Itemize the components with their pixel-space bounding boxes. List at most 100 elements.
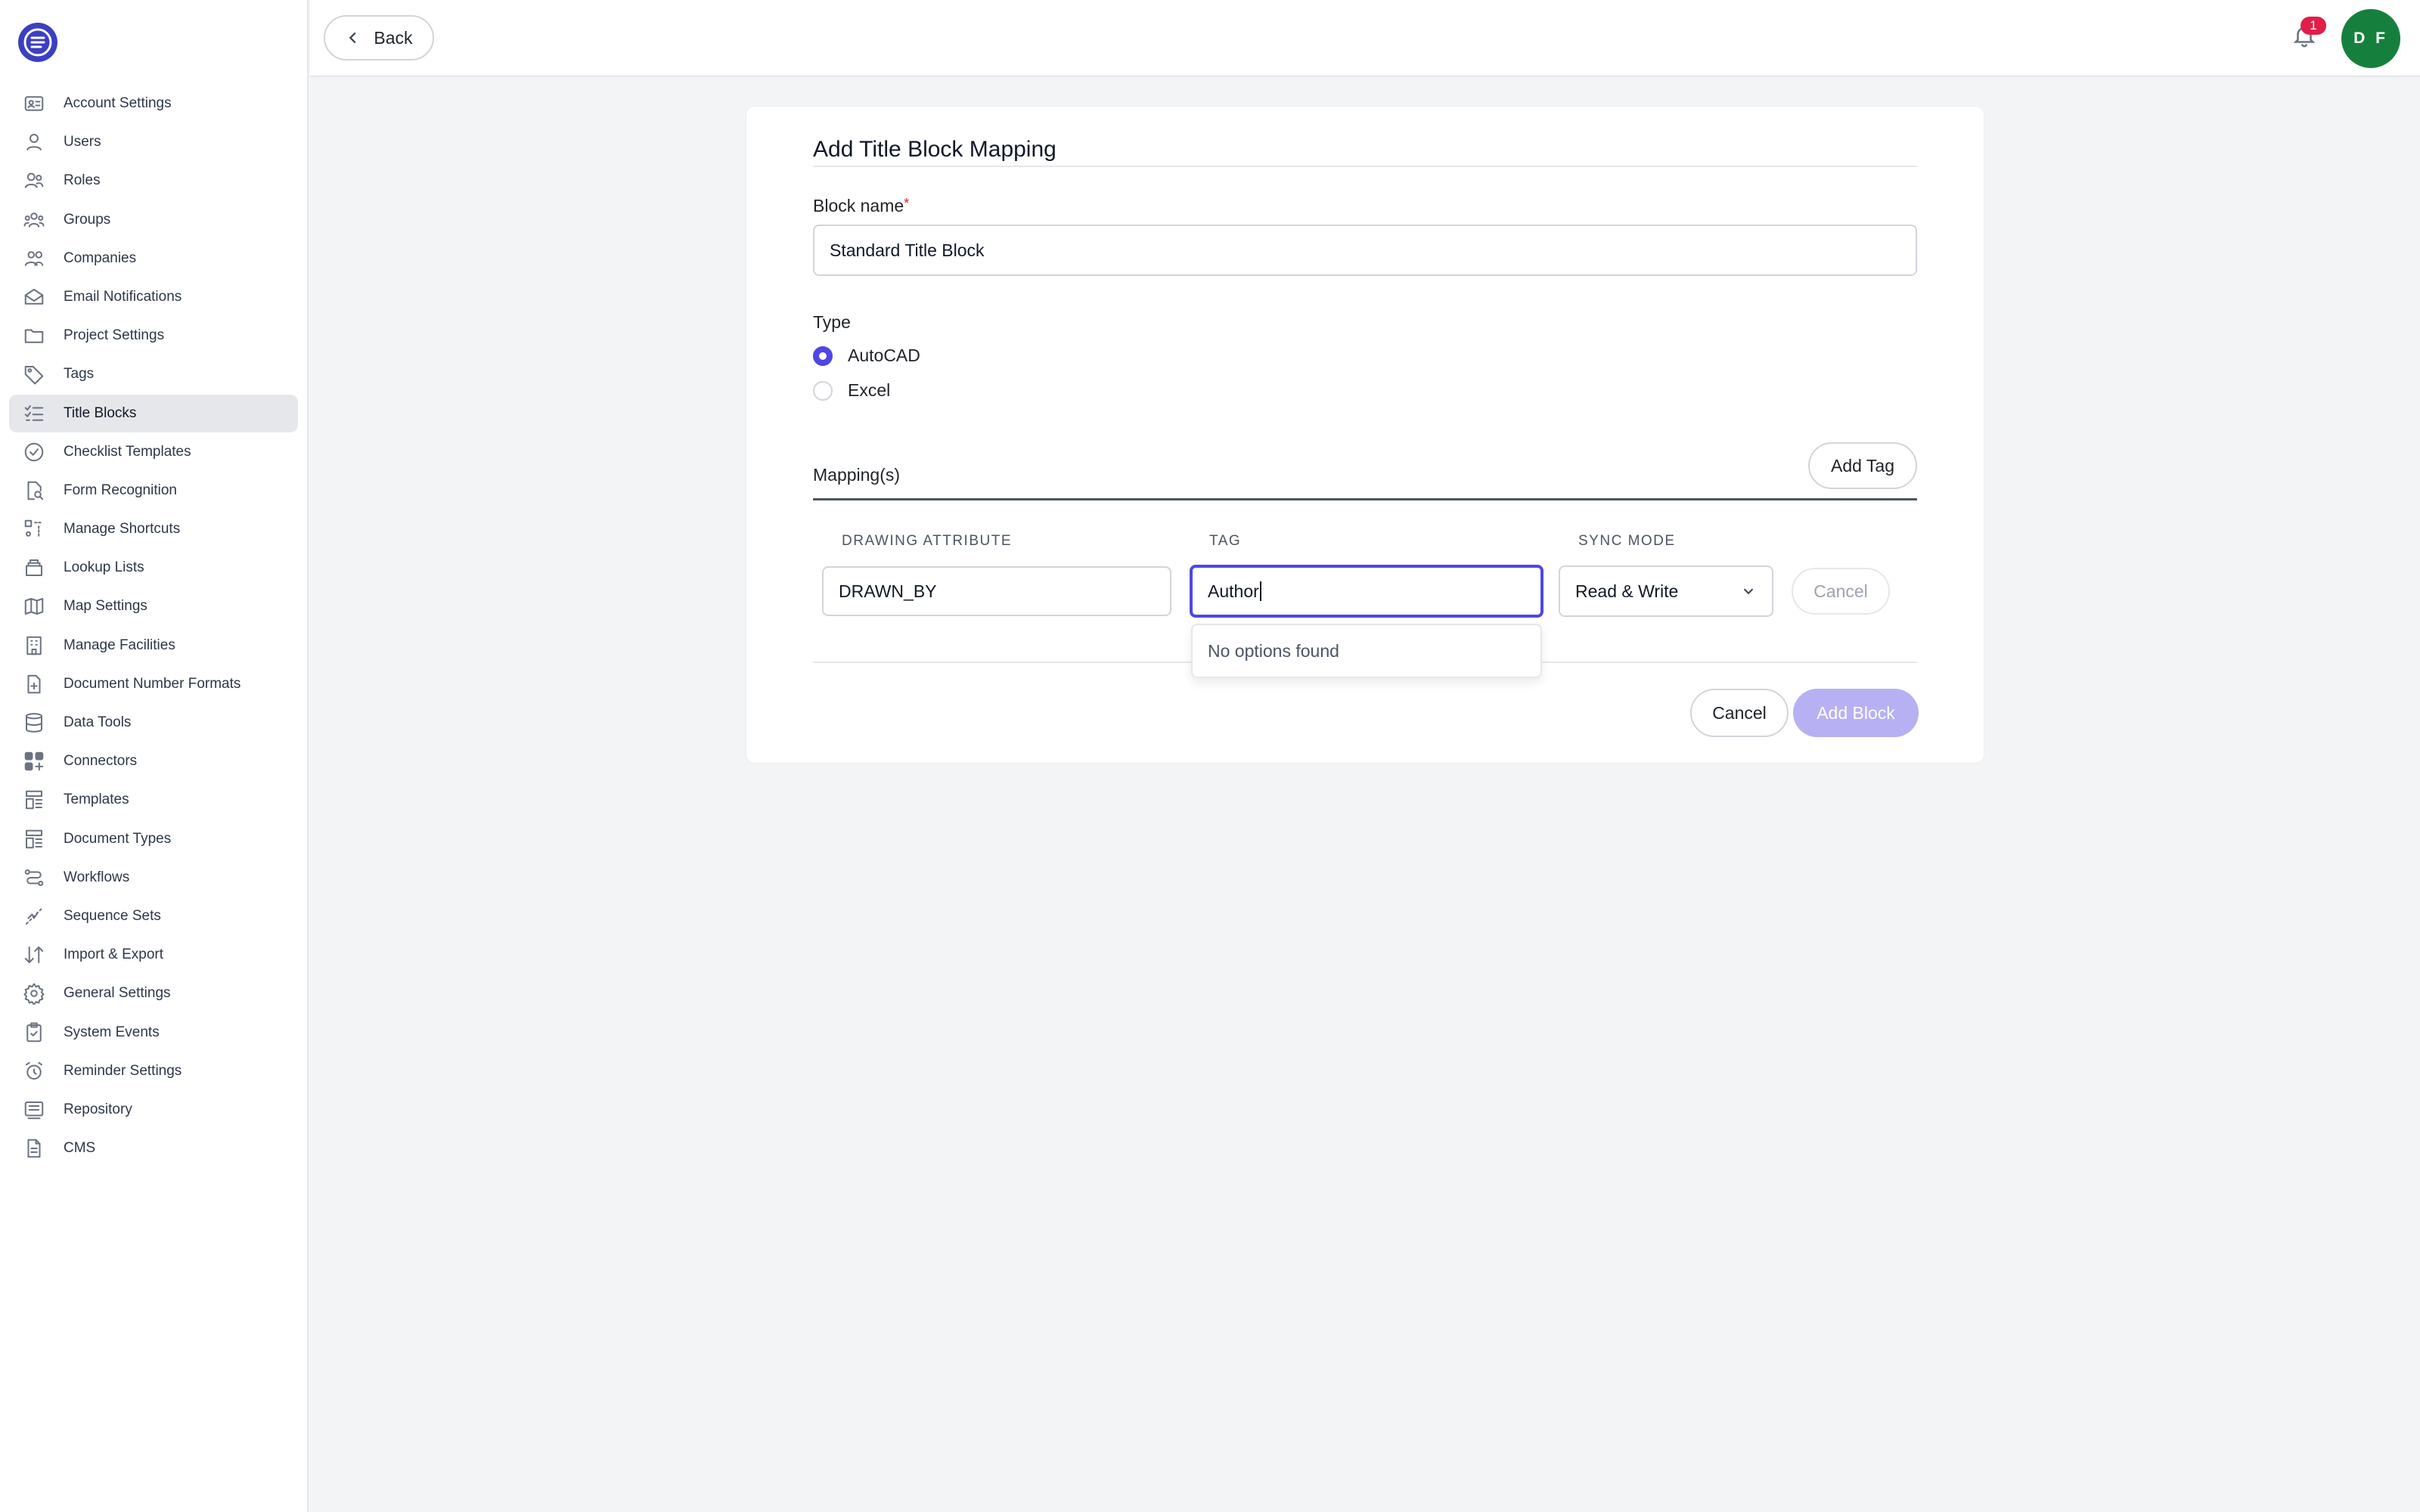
- database-icon: [23, 711, 45, 734]
- sidebar-item-workflows[interactable]: Workflows: [9, 859, 298, 897]
- apps-icon: [23, 750, 45, 773]
- excel-radio[interactable]: [813, 380, 833, 401]
- sidebar-item-lookup-lists[interactable]: Lookup Lists: [9, 549, 298, 587]
- no-options-text: No options found: [1208, 640, 1339, 661]
- add-title-block-card: Add Title Block Mapping Block name* Stan…: [746, 106, 1984, 764]
- type-label: Type: [813, 312, 851, 332]
- sidebar-item-label: Title Blocks: [64, 404, 137, 421]
- file-search-icon: [23, 479, 45, 502]
- sidebar-item-roles[interactable]: Roles: [9, 162, 298, 200]
- sidebar-item-document-number-formats[interactable]: Document Number Formats: [9, 665, 298, 703]
- type-option-excel[interactable]: Excel: [813, 380, 890, 401]
- sidebar-item-label: System Events: [64, 1024, 160, 1040]
- sidebar-item-label: Document Number Formats: [64, 675, 241, 692]
- sync-mode-value: Read & Write: [1575, 581, 1679, 601]
- sidebar-item-data-tools[interactable]: Data Tools: [9, 704, 298, 742]
- user-icon: [23, 131, 45, 153]
- sidebar-item-label: Groups: [64, 211, 111, 228]
- sidebar-item-templates[interactable]: Templates: [9, 781, 298, 819]
- sidebar-item-general-settings[interactable]: General Settings: [9, 974, 298, 1012]
- sidebar-item-label: Manage Facilities: [64, 637, 175, 653]
- avatar[interactable]: D F: [2341, 9, 2400, 68]
- sidebar-item-users[interactable]: Users: [9, 123, 298, 161]
- app-logo[interactable]: [18, 23, 57, 62]
- sidebar-item-label: Roles: [64, 172, 101, 189]
- sidebar-item-label: Connectors: [64, 753, 138, 770]
- sidebar-item-label: Lookup Lists: [64, 559, 144, 576]
- sidebar-item-label: CMS: [64, 1140, 96, 1157]
- archive-icon: [23, 1098, 45, 1121]
- type-option-autocad[interactable]: AutoCAD: [813, 345, 920, 366]
- topbar: Back 1 D F: [310, 0, 2420, 77]
- column-drawing-attribute: Drawing Attribute: [842, 533, 1012, 549]
- sidebar-item-cms[interactable]: CMS: [9, 1129, 298, 1167]
- sequence-icon: [23, 905, 45, 928]
- sidebar-item-label: Manage Shortcuts: [64, 521, 181, 538]
- sidebar-item-label: Form Recognition: [64, 482, 177, 498]
- users-icon: [23, 169, 45, 192]
- sidebar-item-label: Document Types: [64, 830, 172, 847]
- logo-icon: [19, 23, 57, 61]
- sidebar-item-map-settings[interactable]: Map Settings: [9, 587, 298, 625]
- block-name-label-text: Block name: [813, 196, 904, 215]
- sidebar-item-tags[interactable]: Tags: [9, 355, 298, 393]
- users-group-icon: [23, 209, 45, 231]
- block-name-label: Block name*: [813, 196, 909, 216]
- notification-badge: 1: [2301, 17, 2326, 35]
- sidebar-item-companies[interactable]: Companies: [9, 240, 298, 277]
- drawing-attribute-input[interactable]: DRAWN_BY: [822, 566, 1171, 616]
- sidebar-item-label: Companies: [64, 249, 137, 266]
- sidebar-item-label: Email Notifications: [64, 288, 182, 305]
- sidebar-item-label: Templates: [64, 792, 129, 808]
- tag-input[interactable]: Author: [1190, 565, 1544, 618]
- back-button-label: Back: [374, 27, 413, 48]
- autocad-label: AutoCAD: [848, 345, 920, 365]
- chevron-down-icon: [1743, 588, 1754, 595]
- sidebar-item-import-and-export[interactable]: Import & Export: [9, 936, 298, 974]
- sidebar-item-label: General Settings: [64, 985, 171, 1002]
- sidebar-item-label: Users: [64, 134, 101, 150]
- required-mark: *: [904, 196, 910, 211]
- folder-icon: [23, 324, 45, 347]
- block-name-value: Standard Title Block: [830, 240, 985, 260]
- gear-icon: [23, 982, 45, 1005]
- sidebar-item-manage-facilities[interactable]: Manage Facilities: [9, 627, 298, 665]
- sidebar-item-label: Map Settings: [64, 598, 147, 615]
- autocad-radio[interactable]: [813, 345, 833, 366]
- sidebar-item-document-types[interactable]: Document Types: [9, 820, 298, 858]
- sidebar-item-label: Reminder Settings: [64, 1062, 182, 1079]
- sidebar-item-groups[interactable]: Groups: [9, 201, 298, 239]
- clipboard-check-icon: [23, 1021, 45, 1044]
- sync-mode-select[interactable]: Read & Write: [1559, 565, 1773, 617]
- sidebar-item-reminder-settings[interactable]: Reminder Settings: [9, 1052, 298, 1090]
- mappings-divider: [813, 498, 1917, 500]
- sidebar-item-connectors[interactable]: Connectors: [9, 742, 298, 780]
- arrows-sort-icon: [23, 943, 45, 966]
- sidebar-item-checklist-templates[interactable]: Checklist Templates: [9, 433, 298, 471]
- sidebar-item-manage-shortcuts[interactable]: Manage Shortcuts: [9, 510, 298, 548]
- sidebar-item-label: Workflows: [64, 869, 130, 885]
- sidebar-item-label: Tags: [64, 366, 95, 383]
- sidebar-item-sequence-sets[interactable]: Sequence Sets: [9, 897, 298, 935]
- add-tag-button[interactable]: Add Tag: [1808, 442, 1917, 489]
- sidebar-item-title-blocks[interactable]: Title Blocks: [9, 394, 298, 432]
- sidebar-item-system-events[interactable]: System Events: [9, 1014, 298, 1052]
- stack-icon: [23, 556, 45, 579]
- building-icon: [23, 634, 45, 657]
- sidebar-item-repository[interactable]: Repository: [9, 1091, 298, 1129]
- sidebar-item-form-recognition[interactable]: Form Recognition: [9, 472, 298, 510]
- add-block-button[interactable]: Add Block: [1793, 689, 1919, 737]
- sidebar-item-account-settings[interactable]: Account Settings: [9, 85, 298, 122]
- alarm-icon: [23, 1060, 45, 1083]
- block-name-input[interactable]: Standard Title Block: [813, 225, 1917, 276]
- cancel-button[interactable]: Cancel: [1690, 689, 1789, 737]
- sidebar-item-email-notifications[interactable]: Email Notifications: [9, 278, 298, 316]
- back-button[interactable]: Back: [324, 15, 434, 60]
- document-types-icon: [23, 828, 45, 850]
- row-cancel-button[interactable]: Cancel: [1792, 568, 1890, 615]
- sidebar: Account Settings Users Roles Groups Companie…: [0, 0, 309, 1512]
- sidebar-item-project-settings[interactable]: Project Settings: [9, 317, 298, 355]
- file-text-icon: [23, 1137, 45, 1160]
- tag-value: Author: [1208, 581, 1259, 601]
- column-sync-mode: Sync Mode: [1578, 533, 1676, 549]
